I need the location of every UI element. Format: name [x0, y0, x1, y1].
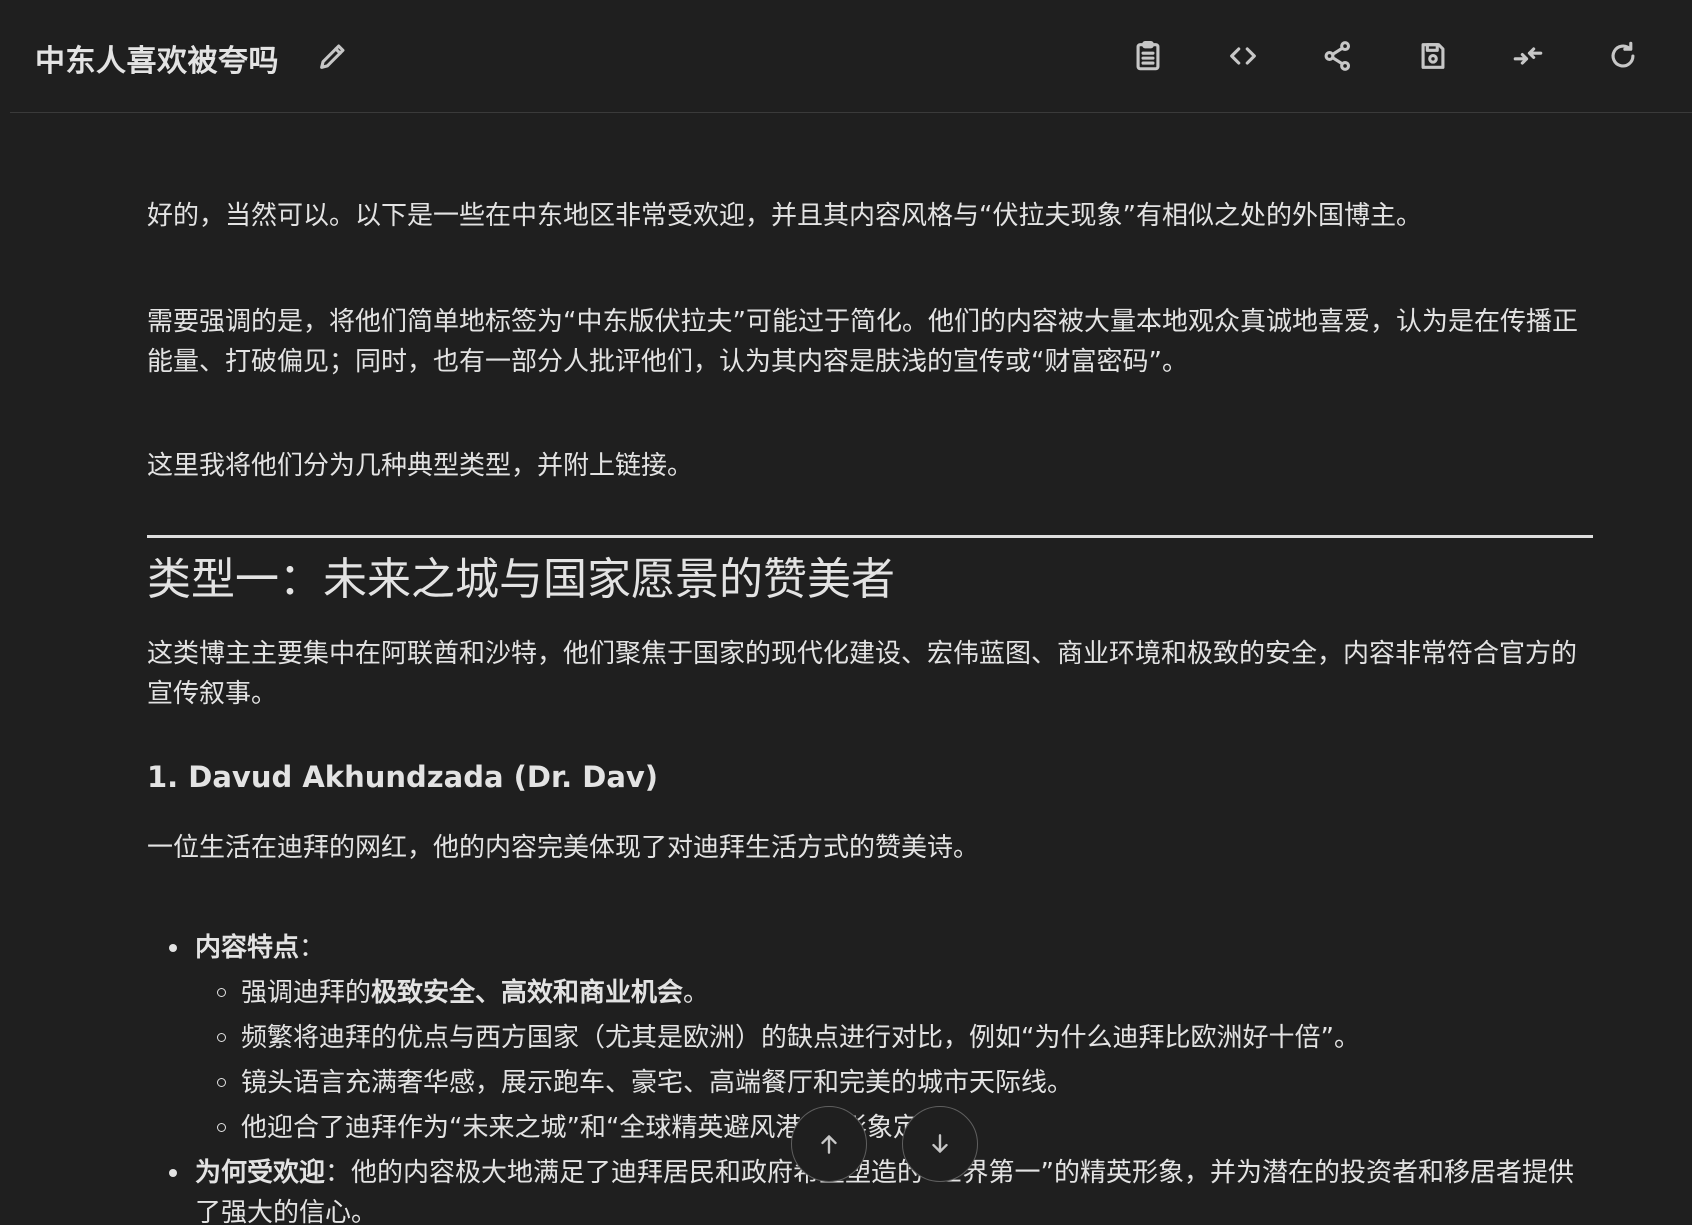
- bullet-dot: [169, 944, 177, 952]
- collapse-button[interactable]: [1504, 32, 1552, 80]
- bullet-circle: [217, 988, 226, 997]
- scroll-down-button[interactable]: [902, 1106, 978, 1182]
- share-icon: [1324, 41, 1351, 71]
- edit-title-button[interactable]: [315, 38, 351, 74]
- conversation-title: 中东人喜欢被夸吗: [35, 44, 279, 79]
- paragraph-section-desc: 这类博主主要集中在阿联酋和沙特，他们聚焦于国家的现代化建设、宏伟蓝图、商业环境和…: [147, 639, 1578, 709]
- share-button[interactable]: [1314, 32, 1362, 80]
- bullet-label: 内容特点: [195, 933, 300, 963]
- divider: [147, 535, 1593, 538]
- subsection-heading: 1. Davud Akhundzada (Dr. Dav): [147, 760, 659, 794]
- collapse-icon: [1513, 47, 1543, 65]
- paragraph-blogger-desc: 一位生活在迪拜的网红，他的内容完美体现了对迪拜生活方式的赞美诗。: [147, 833, 980, 863]
- page: 中东人喜欢被夸吗 好的，当然可以。以下是一些在中东地区非常受欢迎，并且其内容风格…: [0, 0, 1692, 1225]
- copy-button[interactable]: [1124, 32, 1172, 80]
- bullet-circle: [217, 1123, 226, 1132]
- section-heading: 类型一：未来之城与国家愿景的赞美者: [147, 554, 895, 605]
- arrow-down-icon: [932, 1134, 948, 1153]
- refresh-icon: [1611, 41, 1635, 68]
- arrow-up-icon: [821, 1135, 837, 1154]
- save-icon: [1421, 43, 1445, 69]
- scroll-up-button[interactable]: [791, 1106, 867, 1182]
- code-icon: [1230, 47, 1256, 65]
- save-button[interactable]: [1409, 32, 1457, 80]
- paragraph-categories: 这里我将他们分为几种典型类型，并附上链接。: [147, 451, 694, 481]
- header-bar: 中东人喜欢被夸吗: [10, 0, 1692, 113]
- bullet-dot: [169, 1169, 177, 1177]
- paragraph-emphasis: 需要强调的是，将他们简单地标签为“中东版伏拉夫”可能过于简化。他们的内容被大量本…: [147, 307, 1578, 377]
- bullet-label: 为何受欢迎: [195, 1158, 326, 1188]
- paragraph-intro: 好的，当然可以。以下是一些在中东地区非常受欢迎，并且其内容风格与“伏拉夫现象”有…: [147, 201, 1422, 231]
- bullet-circle: [217, 1078, 226, 1087]
- clipboard-icon: [1136, 40, 1160, 71]
- toolbar: [1124, 32, 1647, 80]
- refresh-button[interactable]: [1599, 32, 1647, 80]
- code-view-button[interactable]: [1219, 32, 1267, 80]
- bullet-circle: [217, 1033, 226, 1042]
- pencil-icon: [320, 44, 345, 69]
